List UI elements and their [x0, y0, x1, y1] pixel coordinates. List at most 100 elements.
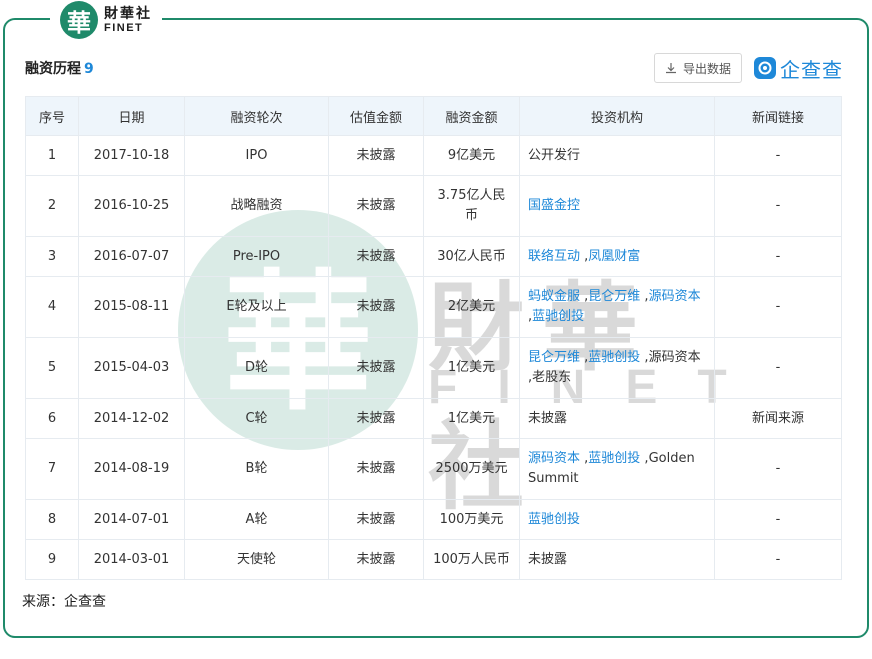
table-row: 5 2015-04-03 D轮 未披露 1亿美元 昆仑万维 ,蓝驰创投 ,源码资本 ,老股…	[25, 337, 842, 399]
export-data-button[interactable]: 导出数据	[653, 53, 742, 83]
investor-link[interactable]: 蚂蚁金服	[528, 289, 580, 304]
cell-news: -	[714, 236, 842, 277]
investor-link[interactable]: 源码资本	[649, 289, 701, 304]
cell-news: -	[714, 175, 842, 237]
investor-link[interactable]: 蓝驰创投	[528, 512, 580, 527]
cell-amount: 3.75亿人民币	[423, 175, 520, 237]
header-index: 序号	[25, 96, 79, 136]
table-row: 8 2014-07-01 A轮 未披露 100万美元 蓝驰创投 -	[25, 499, 842, 540]
header-date: 日期	[78, 96, 185, 136]
cell-valuation: 未披露	[328, 135, 424, 176]
section-title-text: 融资历程	[25, 61, 81, 77]
cell-round: D轮	[184, 337, 329, 399]
cell-index: 6	[25, 398, 79, 439]
news-source-link[interactable]: 新闻来源	[714, 398, 842, 439]
cell-round: A轮	[184, 499, 329, 540]
investor-link[interactable]: 凤凰财富	[588, 249, 640, 264]
investor-link[interactable]: 国盛金控	[528, 198, 580, 213]
cell-valuation: 未披露	[328, 398, 424, 439]
cell-round: E轮及以上	[184, 276, 329, 338]
cell-news: -	[714, 337, 842, 399]
cell-date: 2017-10-18	[78, 135, 185, 176]
cell-round: Pre-IPO	[184, 236, 329, 277]
cell-valuation: 未披露	[328, 175, 424, 237]
cell-valuation: 未披露	[328, 438, 424, 500]
cell-news: -	[714, 135, 842, 176]
cell-index: 7	[25, 438, 79, 500]
cell-valuation: 未披露	[328, 337, 424, 399]
cell-amount: 2500万美元	[423, 438, 520, 500]
cell-date: 2014-07-01	[78, 499, 185, 540]
cell-index: 8	[25, 499, 79, 540]
brand-name-cn: 財華社	[104, 5, 152, 22]
cell-amount: 100万人民币	[423, 539, 520, 580]
cell-date: 2014-03-01	[78, 539, 185, 580]
cell-amount: 100万美元	[423, 499, 520, 540]
cell-investors: 联络互动 ,凤凰财富	[519, 236, 715, 277]
cell-investors: 蚂蚁金服 ,昆仑万维 ,源码资本 ,蓝驰创投	[519, 276, 715, 338]
header-valuation: 估值金额	[328, 96, 424, 136]
cell-valuation: 未披露	[328, 539, 424, 580]
table-row: 4 2015-08-11 E轮及以上 未披露 2亿美元 蚂蚁金服 ,昆仑万维 ,源码资本 …	[25, 276, 842, 338]
cell-valuation: 未披露	[328, 236, 424, 277]
cell-news: -	[714, 276, 842, 338]
cell-news: -	[714, 438, 842, 500]
cell-valuation: 未披露	[328, 276, 424, 338]
cell-valuation: 未披露	[328, 499, 424, 540]
cell-index: 3	[25, 236, 79, 277]
cell-date: 2014-12-02	[78, 398, 185, 439]
cell-index: 4	[25, 276, 79, 338]
finet-logo: 華 財華社 FINET	[50, 0, 162, 40]
cell-amount: 2亿美元	[423, 276, 520, 338]
download-icon	[665, 62, 677, 74]
table-row: 7 2014-08-19 B轮 未披露 2500万美元 源码资本 ,蓝驰创投 ,Golde…	[25, 438, 842, 500]
table-row: 3 2016-07-07 Pre-IPO 未披露 30亿人民币 联络互动 ,凤凰财富 -	[25, 236, 842, 277]
investor-text: 公开发行	[528, 147, 581, 163]
investor-link[interactable]: 蓝驰创投	[588, 350, 640, 365]
finet-logo-mark: 華	[60, 1, 98, 39]
investor-link[interactable]: 联络互动	[528, 249, 580, 264]
investor-text: 老股东	[532, 370, 572, 385]
cell-news: -	[714, 539, 842, 580]
investor-link[interactable]: 源码资本	[528, 451, 580, 466]
cell-amount: 1亿美元	[423, 398, 520, 439]
cell-investors: 未披露	[519, 539, 715, 580]
table-header-row: 序号 日期 融资轮次 估值金额 融资金额 投资机构 新闻链接	[25, 96, 842, 136]
cell-index: 1	[25, 135, 79, 176]
qichacha-logo-text: 企查查	[780, 57, 843, 82]
investor-link[interactable]: 昆仑万维	[528, 350, 580, 365]
cell-index: 2	[25, 175, 79, 237]
table-row: 9 2014-03-01 天使轮 未披露 100万人民币 未披露 -	[25, 539, 842, 580]
cell-date: 2015-08-11	[78, 276, 185, 338]
investor-link[interactable]: 蓝驰创投	[588, 451, 640, 466]
table-row: 1 2017-10-18 IPO 未披露 9亿美元 公开发行 -	[25, 135, 842, 176]
cell-round-link[interactable]: IPO	[184, 135, 329, 176]
investor-link[interactable]: 蓝驰创投	[532, 309, 584, 324]
cell-investors: 源码资本 ,蓝驰创投 ,Golden Summit	[519, 438, 715, 500]
investor-text: 未披露	[528, 410, 568, 426]
section-header: 融资历程 9 导出数据 企查查	[25, 52, 843, 84]
cell-date: 2015-04-03	[78, 337, 185, 399]
investor-link[interactable]: 昆仑万维	[588, 289, 640, 304]
export-data-label: 导出数据	[682, 61, 731, 76]
header-amount: 融资金额	[423, 96, 520, 136]
cell-investors: 公开发行	[519, 135, 715, 176]
cell-date: 2016-07-07	[78, 236, 185, 277]
cell-investors: 未披露	[519, 398, 715, 439]
cell-date: 2014-08-19	[78, 438, 185, 500]
cell-investors: 蓝驰创投	[519, 499, 715, 540]
cell-amount: 30亿人民币	[423, 236, 520, 277]
section-title: 融资历程 9	[25, 58, 94, 78]
investor-text: 源码资本	[648, 350, 701, 365]
header-round: 融资轮次	[184, 96, 329, 136]
table-row: 2 2016-10-25 战略融资 未披露 3.75亿人民币 国盛金控 -	[25, 175, 842, 237]
qichacha-logo: 企查查	[754, 54, 843, 83]
cell-round: C轮	[184, 398, 329, 439]
cell-amount: 1亿美元	[423, 337, 520, 399]
investor-separator: ,	[640, 451, 649, 466]
section-count: 9	[84, 61, 94, 77]
cell-amount: 9亿美元	[423, 135, 520, 176]
source-note: 来源：企查查	[22, 594, 106, 610]
header-news: 新闻链接	[714, 96, 842, 136]
cell-investors: 国盛金控	[519, 175, 715, 237]
